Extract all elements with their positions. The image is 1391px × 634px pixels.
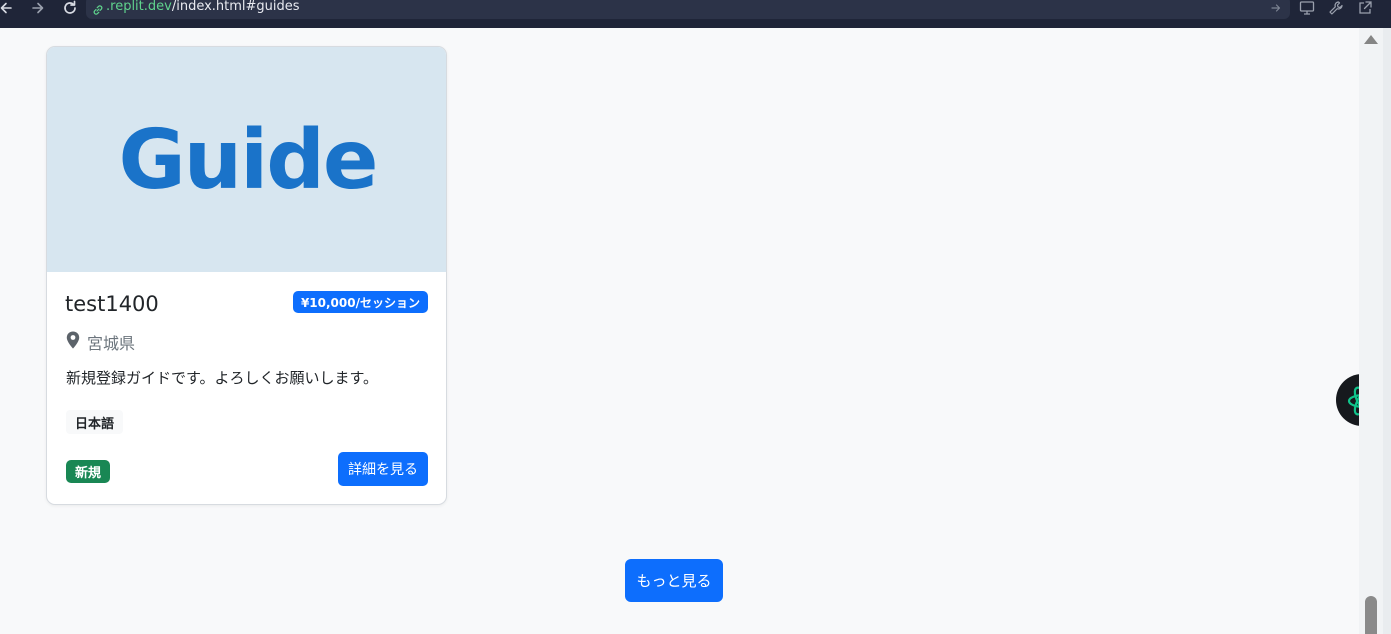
vertical-scrollbar[interactable]	[1359, 28, 1383, 634]
browser-toolbar: .replit.dev/index.html#guides	[0, 0, 1391, 28]
guide-description: 新規登録ガイドです。よろしくお願いします。	[66, 369, 379, 387]
guide-card[interactable]: Guide test1400 ¥10,000/セッション 宮城県 新規登録ガイド…	[46, 46, 447, 505]
go-arrow-icon[interactable]	[1270, 0, 1282, 18]
new-badge: 新規	[66, 460, 111, 483]
window-edge	[1383, 28, 1391, 634]
url-host: .replit.dev	[106, 0, 172, 14]
address-bar[interactable]: .replit.dev/index.html#guides	[86, 0, 1290, 19]
url-text: .replit.dev/index.html#guides	[106, 0, 300, 14]
wrench-icon[interactable]	[1327, 0, 1345, 16]
guide-image: Guide	[47, 47, 446, 272]
load-more-button[interactable]: もっと見る	[625, 559, 723, 602]
link-icon	[92, 1, 104, 20]
url-path: /index.html#guides	[171, 0, 300, 14]
location-text: 宮城県	[87, 334, 136, 353]
scroll-thumb[interactable]	[1365, 596, 1377, 634]
back-icon[interactable]	[0, 0, 16, 16]
price-badge: ¥10,000/セッション	[292, 291, 428, 313]
scroll-up-arrow-icon[interactable]	[1364, 35, 1378, 44]
monitor-icon[interactable]	[1298, 0, 1316, 16]
guide-location: 宮城県	[66, 330, 135, 354]
reload-icon[interactable]	[60, 0, 80, 16]
external-link-icon[interactable]	[1356, 0, 1374, 16]
language-badge: 日本語	[66, 410, 124, 434]
map-pin-icon	[66, 331, 80, 353]
guide-image-text: Guide	[118, 113, 378, 208]
guide-name: test1400	[65, 292, 159, 316]
view-details-button[interactable]: 詳細を見る	[338, 452, 428, 486]
forward-icon[interactable]	[28, 0, 48, 16]
